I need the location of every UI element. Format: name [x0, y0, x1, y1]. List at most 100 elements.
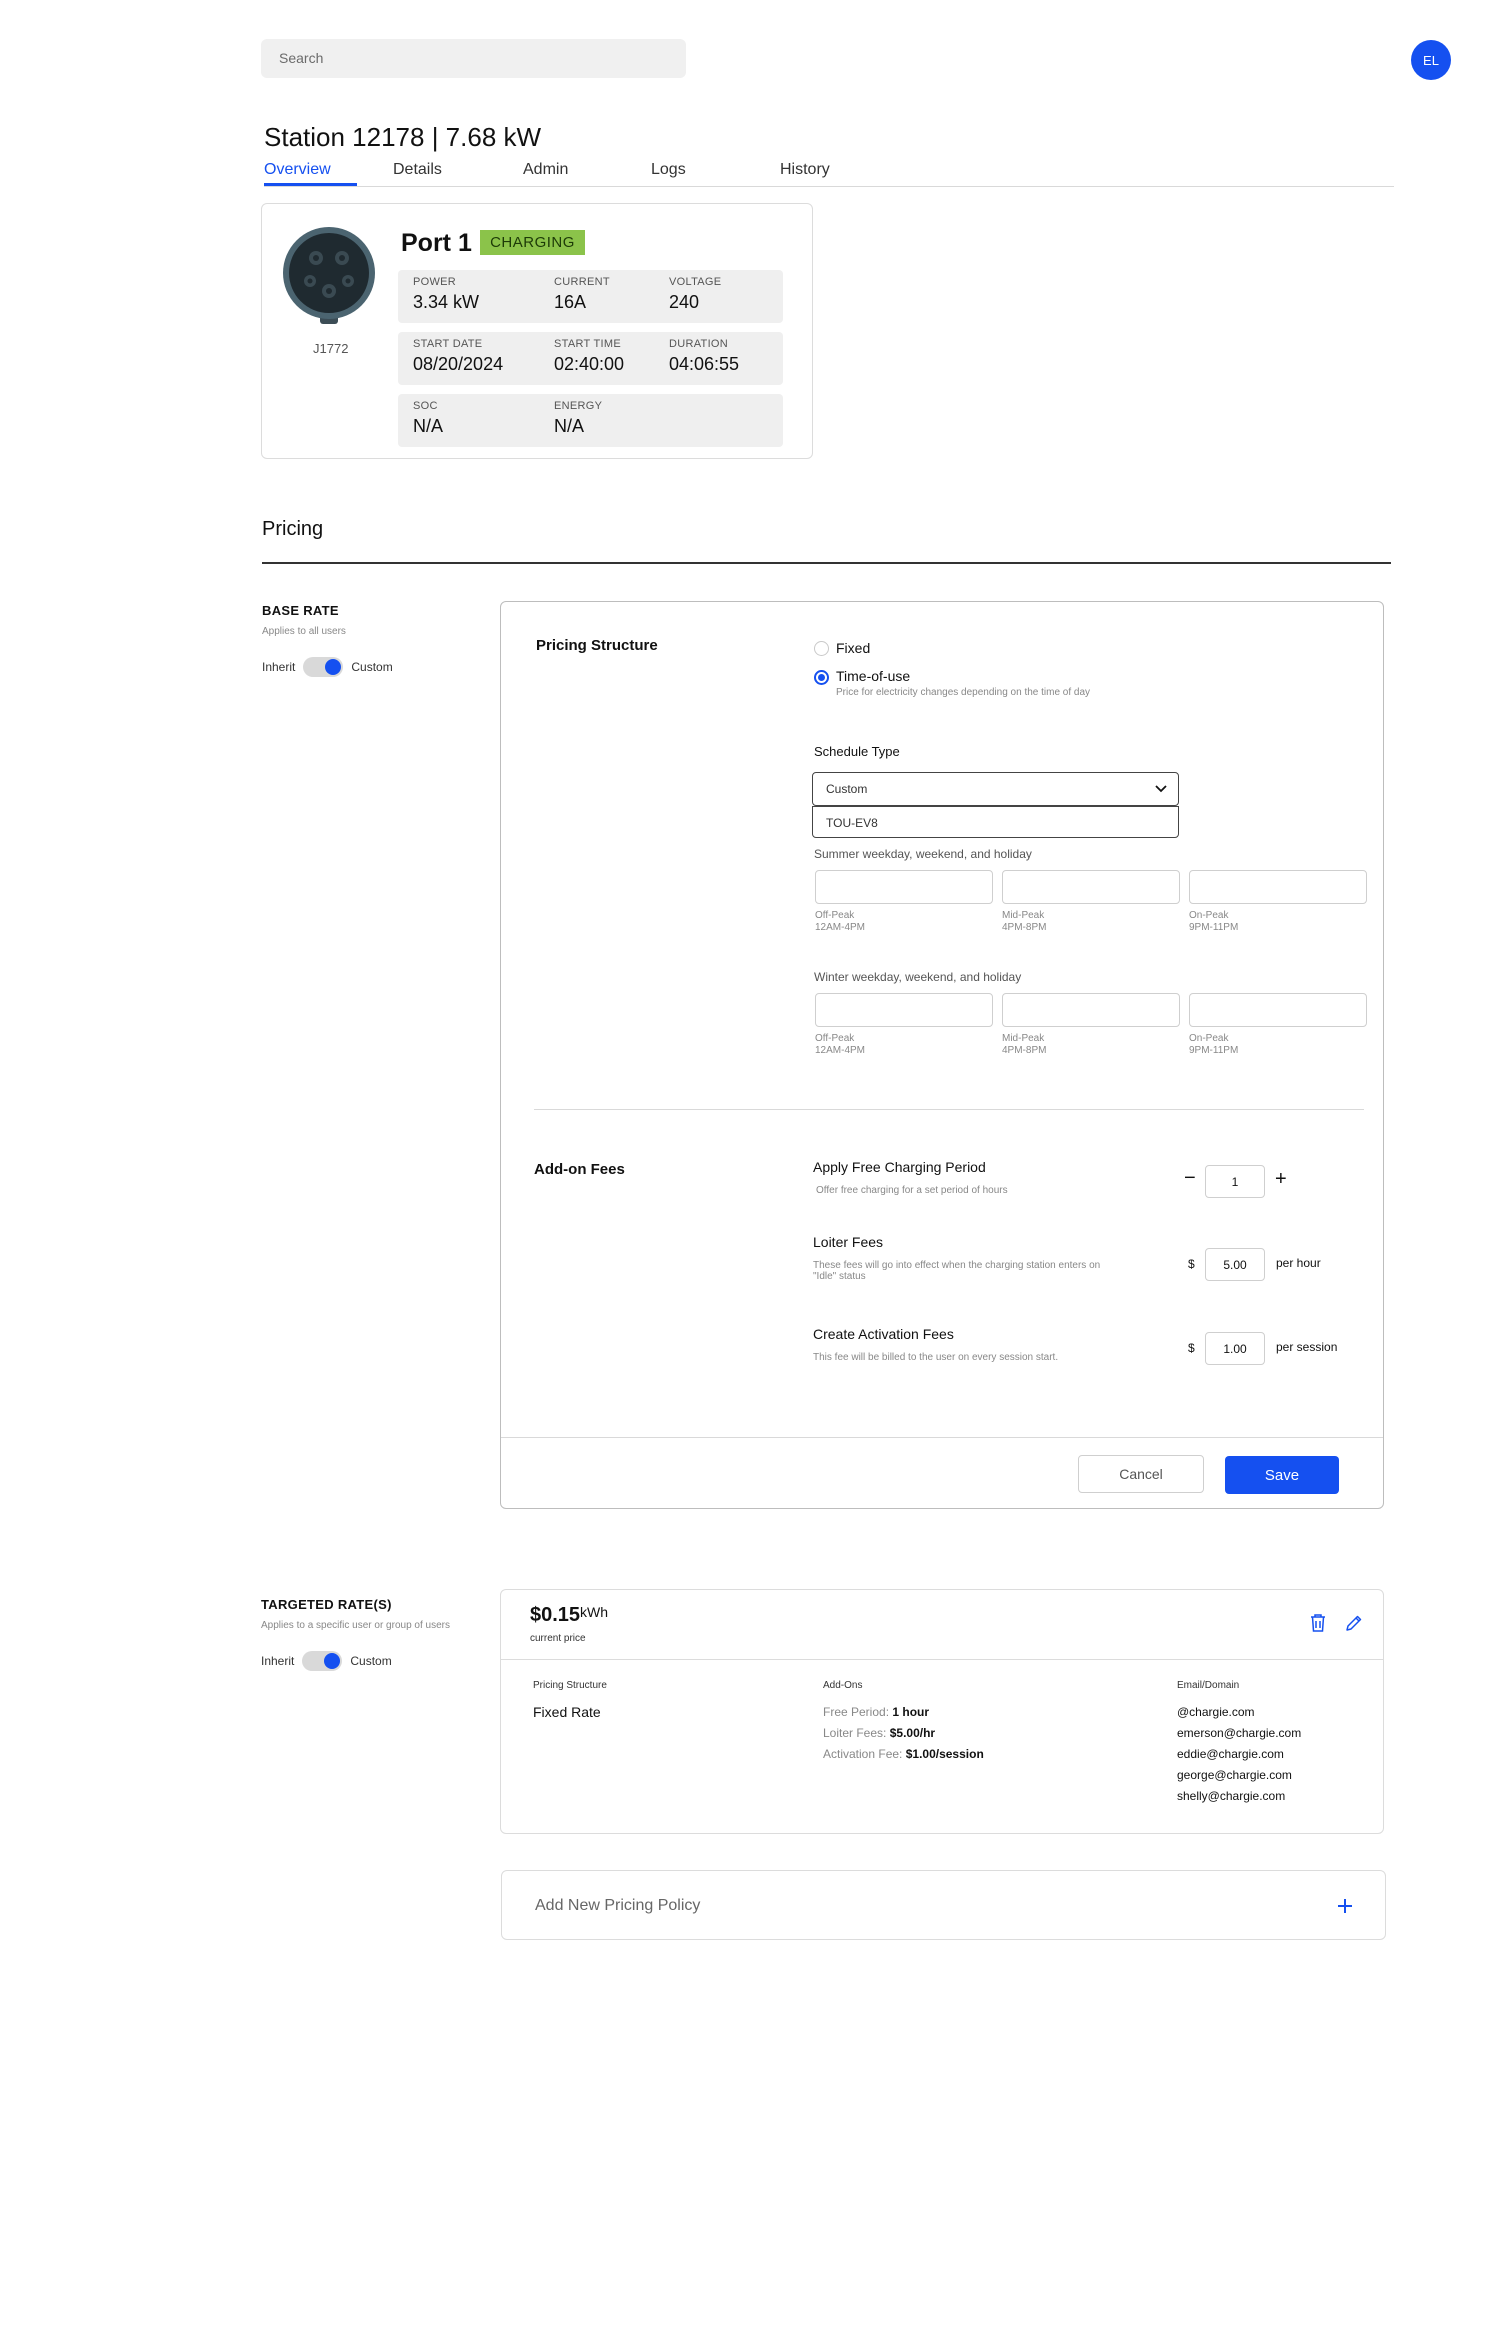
section-divider: [534, 1109, 1364, 1110]
targeted-rate-toggle[interactable]: [302, 1651, 343, 1671]
activation-fees-sub: This fee will be billed to the user on e…: [813, 1352, 1059, 1363]
status-badge: CHARGING: [480, 230, 585, 255]
summer-mid-peak-caption: Mid-Peak 4PM-8PM: [1002, 910, 1047, 933]
targeted-card-divider: [501, 1659, 1383, 1660]
winter-mid-peak-input[interactable]: [1002, 993, 1180, 1027]
plus-icon: [1338, 1899, 1352, 1913]
card-footer-divider: [501, 1437, 1383, 1438]
radio-fixed[interactable]: [814, 641, 829, 656]
port-stats-row-2: START DATE 08/20/2024 START TIME 02:40:00 …: [398, 332, 783, 385]
add-pricing-policy-button[interactable]: Add New Pricing Policy: [501, 1870, 1386, 1940]
addon-activation-fee: Activation Fee: $1.00/session: [823, 1747, 984, 1761]
connector-type-label: J1772: [313, 341, 349, 356]
toggle-inherit-label: Inherit: [261, 1654, 295, 1668]
winter-off-peak-input[interactable]: [815, 993, 993, 1027]
chevron-down-icon: [1155, 785, 1167, 793]
summer-on-peak-input[interactable]: [1189, 870, 1367, 904]
edit-pencil-icon[interactable]: [1345, 1614, 1363, 1632]
tab-details[interactable]: Details: [393, 161, 442, 179]
pricing-card: [500, 601, 1384, 1509]
winter-mid-peak-caption: Mid-Peak 4PM-8PM: [1002, 1033, 1047, 1056]
user-avatar[interactable]: EL: [1411, 40, 1451, 80]
increment-button[interactable]: +: [1275, 1168, 1287, 1191]
toggle-custom-label: Custom: [350, 1654, 392, 1668]
activation-unit: per session: [1276, 1340, 1338, 1354]
tab-overview[interactable]: Overview: [264, 161, 331, 179]
addon-loiter-fee: Loiter Fees: $5.00/hr: [823, 1726, 936, 1740]
summer-schedule-label: Summer weekday, weekend, and holiday: [814, 847, 1032, 861]
toggle-inherit-label: Inherit: [262, 660, 296, 674]
toggle-custom-label: Custom: [351, 660, 393, 674]
base-rate-toggle[interactable]: [303, 657, 344, 677]
addon-free-period: Free Period: 1 hour: [823, 1705, 930, 1719]
base-rate-sub: Applies to all users: [262, 626, 346, 637]
structure-column-head: Pricing Structure: [533, 1680, 607, 1691]
activation-fee-input[interactable]: 1.00: [1205, 1332, 1265, 1365]
loiter-currency: $: [1188, 1257, 1195, 1271]
email-item: @chargie.com: [1177, 1705, 1255, 1719]
search-input[interactable]: Search: [261, 39, 686, 78]
port-stats-row-3: SOC N/A ENERGY N/A: [398, 394, 783, 447]
email-item: emerson@chargie.com: [1177, 1726, 1302, 1740]
activation-currency: $: [1188, 1341, 1195, 1355]
pricing-section-title: Pricing: [262, 518, 324, 540]
stat-start-time: START TIME 02:40:00: [554, 338, 625, 374]
addons-column-head: Add-Ons: [823, 1680, 863, 1691]
tab-history[interactable]: History: [780, 161, 830, 179]
price-unit: kWh: [580, 1604, 608, 1620]
winter-off-peak-caption: Off-Peak 12AM-4PM: [815, 1033, 866, 1056]
addon-fees-title: Add-on Fees: [534, 1161, 625, 1178]
port-stats-row-1: POWER 3.34 kW CURRENT 16A VOLTAGE 240: [398, 270, 783, 323]
trash-icon[interactable]: [1309, 1613, 1327, 1633]
schedule-type-value: Custom: [826, 782, 868, 796]
pricing-structure-title: Pricing Structure: [536, 637, 658, 654]
targeted-rate-heading: TARGETED RATE(S): [261, 1597, 392, 1612]
base-rate-heading: BASE RATE: [262, 603, 339, 618]
toggle-knob: [325, 659, 342, 675]
activation-fees-title: Create Activation Fees: [813, 1326, 954, 1342]
save-button[interactable]: Save: [1225, 1456, 1339, 1494]
toggle-knob: [324, 1653, 341, 1669]
radio-time-of-use[interactable]: [814, 670, 829, 685]
free-period-title: Apply Free Charging Period: [813, 1159, 986, 1175]
decrement-button[interactable]: −: [1184, 1167, 1196, 1190]
port-title: Port 1: [401, 229, 472, 257]
cancel-button[interactable]: Cancel: [1078, 1455, 1204, 1493]
current-price: $0.15: [530, 1604, 581, 1626]
email-column-head: Email/Domain: [1177, 1680, 1240, 1691]
schedule-option-tou-ev8[interactable]: TOU-EV8: [812, 806, 1179, 838]
winter-on-peak-input[interactable]: [1189, 993, 1367, 1027]
pricing-divider: [262, 562, 1391, 564]
winter-on-peak-caption: On-Peak 9PM-11PM: [1189, 1033, 1239, 1056]
tab-admin[interactable]: Admin: [523, 161, 568, 179]
email-item: shelly@chargie.com: [1177, 1789, 1286, 1803]
targeted-rate-sub: Applies to a specific user or group of u…: [261, 1620, 450, 1631]
summer-mid-peak-input[interactable]: [1002, 870, 1180, 904]
option-tou-label: Time-of-use: [836, 668, 911, 684]
stat-duration: DURATION 04:06:55: [669, 338, 740, 374]
free-period-sub: Offer free charging for a set period of …: [816, 1185, 1008, 1196]
summer-off-peak-input[interactable]: [815, 870, 993, 904]
schedule-type-label: Schedule Type: [814, 744, 900, 759]
price-caption: current price: [530, 1633, 586, 1644]
stat-energy: ENERGY N/A: [554, 400, 603, 436]
schedule-type-select[interactable]: Custom: [812, 772, 1179, 806]
stat-power: POWER 3.34 kW: [413, 276, 480, 312]
stat-soc: SOC N/A: [413, 400, 444, 436]
email-item: george@chargie.com: [1177, 1768, 1292, 1782]
tab-bar: Overview Details Admin Logs History: [264, 161, 1394, 187]
loiter-fees-sub: These fees will go into effect when the …: [813, 1260, 1101, 1282]
add-policy-label: Add New Pricing Policy: [535, 1897, 701, 1914]
j1772-connector-icon: [283, 227, 375, 324]
summer-on-peak-caption: On-Peak 9PM-11PM: [1189, 910, 1239, 933]
option-fixed-label: Fixed: [836, 640, 871, 656]
loiter-fee-input[interactable]: 5.00: [1205, 1248, 1265, 1281]
winter-schedule-label: Winter weekday, weekend, and holiday: [814, 970, 1022, 984]
email-item: eddie@chargie.com: [1177, 1747, 1284, 1761]
free-period-input[interactable]: 1: [1205, 1165, 1265, 1198]
search-placeholder: Search: [279, 50, 324, 66]
page-title: Station 12178 | 7.68 kW: [264, 122, 542, 152]
active-tab-indicator: [264, 183, 357, 186]
option-tou-description: Price for electricity changes depending …: [836, 687, 1091, 698]
tab-logs[interactable]: Logs: [651, 161, 686, 179]
